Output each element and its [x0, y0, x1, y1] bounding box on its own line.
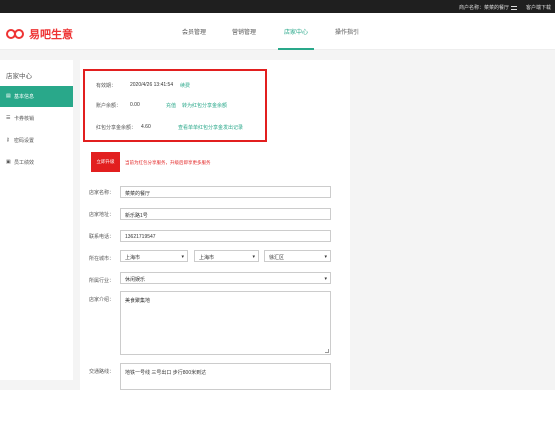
- upgrade-now-button[interactable]: 立即升级: [91, 152, 120, 172]
- intro-textarea[interactable]: 美食聚集地: [120, 291, 331, 355]
- store-name-input[interactable]: 菜菜的餐厅: [120, 186, 331, 198]
- store-name-label: 店家名称：: [89, 190, 115, 196]
- redpacket-balance-label: 红包分享金余额：: [96, 125, 137, 131]
- sidebar-title: 店家中心: [6, 73, 32, 80]
- nav-member-management[interactable]: 会员管理: [182, 27, 206, 36]
- main-nav: 会员管理 营销管理 店家中心 操作指引: [0, 13, 555, 50]
- sidebar-item-password[interactable]: ⚷ 密码设置: [0, 130, 73, 151]
- header: 易吧生意 会员管理 营销管理 店家中心 操作指引: [0, 13, 555, 50]
- card-icon: ☰: [6, 115, 11, 121]
- phone-input[interactable]: 13621719547: [120, 230, 331, 242]
- industry-label: 所属行业：: [89, 278, 115, 284]
- upgrade-note: 当前为红包分享服务，升级后即享更多服务: [125, 160, 211, 165]
- renew-link[interactable]: 续费: [180, 82, 190, 89]
- city-label: 所在城市：: [89, 256, 115, 262]
- district-select[interactable]: 徐汇区 ▾: [264, 250, 331, 262]
- balance-value: 0.00: [130, 102, 140, 108]
- province-select[interactable]: 上海市 ▾: [120, 250, 188, 262]
- phone-label: 联系电话：: [89, 234, 115, 240]
- city-select[interactable]: 上海市 ▾: [194, 250, 259, 262]
- merchant-name: 商户名称：菜菜的餐厅: [459, 4, 517, 11]
- intro-label: 店家介绍：: [89, 297, 115, 303]
- industry-select[interactable]: 休闲娱乐 ▾: [120, 272, 331, 284]
- transport-textarea[interactable]: 地铁一号线 三号出口 步行800米到达: [120, 363, 331, 390]
- store-address-label: 店家地址：: [89, 212, 115, 218]
- balance-label: 账户余额：: [96, 103, 122, 109]
- sidebar-item-coupon-verify[interactable]: ☰ 卡券核销: [0, 108, 73, 129]
- key-icon: ⚷: [6, 137, 10, 143]
- client-download-link[interactable]: 客户端下载: [526, 4, 551, 11]
- transport-label: 交通路线：: [89, 369, 115, 375]
- staff-icon: ▣: [6, 159, 11, 165]
- chevron-down-icon: ▾: [252, 254, 255, 260]
- chevron-down-icon: ▾: [324, 276, 327, 282]
- nav-operation-guide[interactable]: 操作指引: [335, 27, 359, 36]
- valid-period-value: 2020/4/26 13:41:54: [130, 82, 174, 88]
- top-bar: 商户名称：菜菜的餐厅 客户端下载: [0, 0, 555, 13]
- valid-period-label: 有效期：: [96, 83, 117, 89]
- menu-icon[interactable]: [511, 6, 517, 10]
- store-address-input[interactable]: 新乐路1号: [120, 208, 331, 220]
- nav-marketing-management[interactable]: 营销管理: [232, 27, 256, 36]
- chevron-down-icon: ▾: [324, 254, 327, 260]
- chevron-down-icon: ▾: [181, 254, 184, 260]
- redpacket-balance-value: 4.60: [141, 124, 151, 130]
- nav-store-center[interactable]: 店家中心: [284, 27, 308, 36]
- recharge-link[interactable]: 充值: [166, 102, 176, 109]
- resize-handle-icon[interactable]: [325, 349, 329, 353]
- transfer-to-redpacket-link[interactable]: 转为红包分享金余额: [182, 102, 227, 109]
- sidebar-item-basic-info[interactable]: ▤ 基本信息: [0, 86, 73, 107]
- redpacket-records-link[interactable]: 查看单单红包分享金发出记录: [178, 124, 243, 131]
- sidebar-item-staff-performance[interactable]: ▣ 员工绩效: [0, 152, 73, 173]
- sidebar: 店家中心 ▤ 基本信息 ☰ 卡券核销 ⚷ 密码设置 ▣ 员工绩效: [0, 60, 73, 380]
- info-icon: ▤: [6, 93, 11, 99]
